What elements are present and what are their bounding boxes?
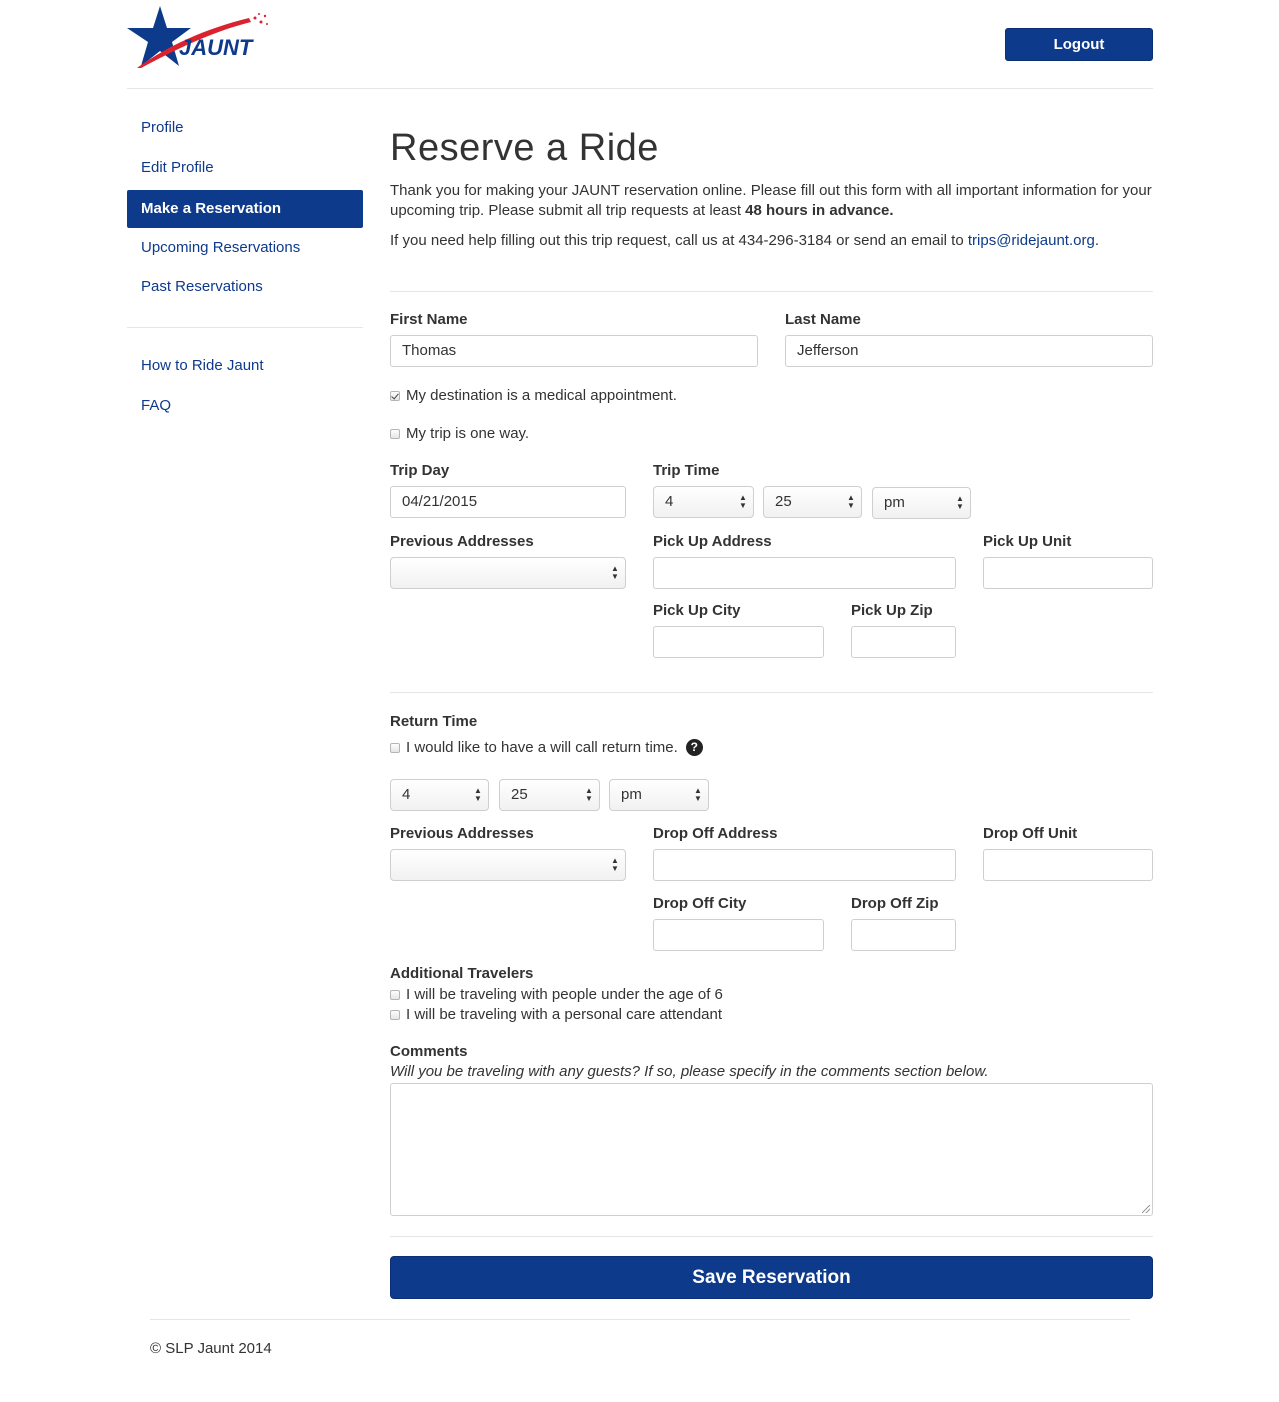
pickup-city-field[interactable]: [653, 626, 824, 658]
under-six-checkbox[interactable]: [390, 990, 400, 1000]
trip-time-minute-select[interactable]: 25 ▲ ▼: [763, 486, 862, 518]
pickup-address-field[interactable]: [653, 557, 956, 589]
dropoff-zip-field[interactable]: [851, 919, 956, 951]
sidebar-divider: [127, 327, 363, 328]
updown-arrows-icon: ▲ ▼: [847, 493, 855, 510]
form-divider: [390, 1236, 1153, 1237]
sidebar-item-faq[interactable]: FAQ: [127, 387, 363, 425]
sidebar-item-how-to-ride[interactable]: How to Ride Jaunt: [127, 347, 363, 385]
sidebar-item-profile[interactable]: Profile: [127, 109, 363, 147]
pickup-zip-label: Pick Up Zip: [851, 602, 933, 619]
return-hour-select[interactable]: 4 ▲ ▼: [390, 779, 489, 811]
save-reservation-button[interactable]: Save Reservation: [390, 1256, 1153, 1299]
footer-divider: [150, 1319, 1130, 1320]
will-call-checkbox-row[interactable]: I would like to have a will call return …: [390, 738, 703, 758]
trip-day-field[interactable]: 04/21/2015: [390, 486, 626, 518]
sidebar-item-edit-profile[interactable]: Edit Profile: [127, 149, 363, 187]
header-divider: [127, 88, 1153, 89]
will-call-label: I would like to have a will call return …: [406, 739, 678, 756]
dropoff-unit-field[interactable]: [983, 849, 1153, 881]
pickup-previous-addresses-select[interactable]: ▲ ▼: [390, 557, 626, 589]
last-name-label: Last Name: [785, 311, 861, 328]
pickup-previous-addresses-label: Previous Addresses: [390, 533, 534, 550]
pickup-zip-field[interactable]: [851, 626, 956, 658]
medical-label: My destination is a medical appointment.: [406, 387, 677, 404]
sidebar-item-past-reservations[interactable]: Past Reservations: [127, 268, 363, 306]
updown-arrows-icon: ▲ ▼: [474, 786, 482, 803]
updown-arrows-icon: ▲ ▼: [611, 856, 619, 873]
dropoff-zip-label: Drop Off Zip: [851, 895, 939, 912]
trip-time-hour-select[interactable]: 4 ▲ ▼: [653, 486, 754, 518]
dropoff-previous-addresses-select[interactable]: ▲ ▼: [390, 849, 626, 881]
attendant-label: I will be traveling with a personal care…: [406, 1006, 723, 1023]
pickup-divider: [390, 692, 1153, 693]
pickup-address-label: Pick Up Address: [653, 533, 772, 550]
dropoff-unit-label: Drop Off Unit: [983, 825, 1078, 842]
sidebar-item-upcoming-reservations[interactable]: Upcoming Reservations: [127, 229, 363, 267]
dropoff-city-label: Drop Off City: [653, 895, 747, 912]
dropoff-previous-addresses-label: Previous Addresses: [390, 825, 534, 842]
dropoff-address-label: Drop Off Address: [653, 825, 778, 842]
comments-textarea[interactable]: [390, 1083, 1153, 1216]
resize-handle-icon[interactable]: [1142, 1205, 1150, 1213]
will-call-checkbox[interactable]: [390, 743, 400, 753]
first-name-field[interactable]: Thomas: [390, 335, 758, 367]
intro-bold: 48 hours in advance.: [745, 202, 894, 219]
last-name-field[interactable]: Jefferson: [785, 335, 1153, 367]
page-title: Reserve a Ride: [390, 127, 659, 169]
footer-copyright: © SLP Jaunt 2014: [150, 1340, 272, 1357]
trip-time-ampm-value: pm: [884, 494, 905, 511]
sidebar-item-make-reservation[interactable]: Make a Reservation: [127, 190, 363, 228]
trip-time-label: Trip Time: [653, 462, 720, 479]
pickup-city-label: Pick Up City: [653, 602, 741, 619]
updown-arrows-icon: ▲ ▼: [585, 786, 593, 803]
updown-arrows-icon: ▲ ▼: [956, 494, 964, 511]
additional-travelers-label: Additional Travelers: [390, 965, 534, 982]
under-six-checkbox-row[interactable]: I will be traveling with people under th…: [390, 985, 723, 1005]
logout-button[interactable]: Logout: [1005, 28, 1153, 61]
comments-label: Comments: [390, 1043, 468, 1060]
trip-day-label: Trip Day: [390, 462, 450, 479]
one-way-label: My trip is one way.: [406, 425, 530, 442]
under-six-label: I will be traveling with people under th…: [406, 986, 723, 1003]
updown-arrows-icon: ▲ ▼: [611, 564, 619, 581]
trip-time-ampm-select[interactable]: pm ▲ ▼: [872, 487, 971, 519]
intro-paragraph: Thank you for making your JAUNT reservat…: [390, 181, 1153, 221]
jaunt-logo[interactable]: JAUNT: [127, 6, 277, 70]
trip-time-hour-value: 4: [665, 493, 674, 510]
return-time-label: Return Time: [390, 713, 478, 730]
pickup-unit-field[interactable]: [983, 557, 1153, 589]
help-paragraph: If you need help filling out this trip r…: [390, 231, 1153, 251]
dropoff-address-field[interactable]: [653, 849, 956, 881]
return-minute-select[interactable]: 25 ▲ ▼: [499, 779, 600, 811]
question-help-icon[interactable]: ?: [685, 739, 703, 756]
updown-arrows-icon: ▲ ▼: [694, 786, 702, 803]
attendant-checkbox-row[interactable]: I will be traveling with a personal care…: [390, 1005, 722, 1025]
dropoff-city-field[interactable]: [653, 919, 824, 951]
medical-checkbox[interactable]: [390, 391, 400, 401]
return-minute-value: 25: [511, 786, 528, 803]
pickup-unit-label: Pick Up Unit: [983, 533, 1072, 550]
updown-arrows-icon: ▲ ▼: [739, 493, 747, 510]
intro-divider: [390, 291, 1153, 292]
one-way-checkbox-row[interactable]: My trip is one way.: [390, 424, 529, 444]
help-text: If you need help filling out this trip r…: [390, 232, 968, 249]
comments-hint: Will you be traveling with any guests? I…: [390, 1063, 989, 1080]
return-ampm-value: pm: [621, 786, 642, 803]
return-hour-value: 4: [402, 786, 411, 803]
medical-checkbox-row[interactable]: My destination is a medical appointment.: [390, 386, 677, 406]
help-email-link[interactable]: trips@ridejaunt.org: [968, 232, 1095, 249]
logo-text: JAUNT: [179, 35, 254, 60]
attendant-checkbox[interactable]: [390, 1010, 400, 1020]
first-name-label: First Name: [390, 311, 468, 328]
trip-time-minute-value: 25: [775, 493, 792, 510]
one-way-checkbox[interactable]: [390, 429, 400, 439]
return-ampm-select[interactable]: pm ▲ ▼: [609, 779, 709, 811]
help-period: .: [1094, 232, 1099, 249]
